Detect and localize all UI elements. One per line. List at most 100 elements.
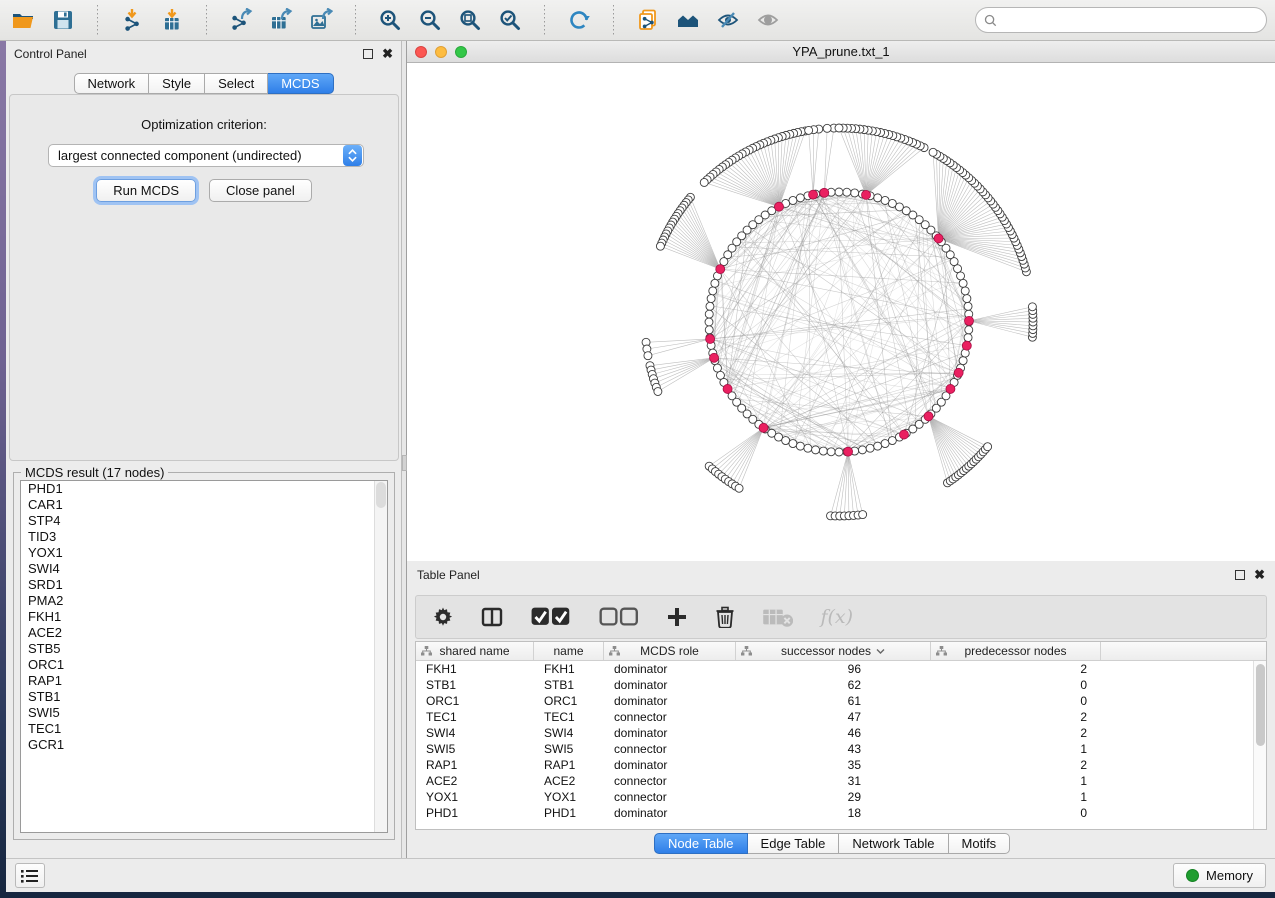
cell-MCDS-role[interactable]: dominator: [604, 805, 736, 821]
cell-predecessor-nodes[interactable]: 2: [931, 757, 1101, 773]
table-row[interactable]: RAP1RAP1dominator352: [416, 757, 1266, 773]
deselect-all-rows-icon[interactable]: [598, 602, 639, 632]
export-network-icon[interactable]: [226, 6, 256, 34]
search-input[interactable]: [1002, 13, 1258, 27]
task-history-button[interactable]: [15, 863, 45, 888]
open-session-icon[interactable]: [8, 6, 38, 34]
import-network-icon[interactable]: [117, 6, 147, 34]
cell-MCDS-role[interactable]: connector: [604, 773, 736, 789]
mcds-node-item[interactable]: PHD1: [21, 481, 387, 497]
new-network-from-selection-icon[interactable]: [633, 6, 663, 34]
mcds-node-item[interactable]: TEC1: [21, 721, 387, 737]
cell-shared-name[interactable]: YOX1: [416, 789, 534, 805]
cell-name[interactable]: PHD1: [534, 805, 604, 821]
cell-MCDS-role[interactable]: connector: [604, 789, 736, 805]
mcds-node-item[interactable]: SWI5: [21, 705, 387, 721]
table-tab-network-table[interactable]: Network Table: [839, 833, 948, 854]
cell-shared-name[interactable]: RAP1: [416, 757, 534, 773]
cell-shared-name[interactable]: SWI5: [416, 741, 534, 757]
mcds-node-item[interactable]: RAP1: [21, 673, 387, 689]
float-panel-icon[interactable]: [363, 49, 373, 59]
cell-shared-name[interactable]: STB1: [416, 677, 534, 693]
cell-predecessor-nodes[interactable]: 2: [931, 725, 1101, 741]
float-table-panel-icon[interactable]: [1235, 570, 1245, 580]
mcds-node-item[interactable]: ORC1: [21, 657, 387, 673]
hide-selected-icon[interactable]: [713, 6, 743, 34]
cell-name[interactable]: FKH1: [534, 661, 604, 677]
mcds-list-scrollbar[interactable]: [374, 481, 387, 832]
cell-predecessor-nodes[interactable]: 0: [931, 677, 1101, 693]
column-header-successor-nodes[interactable]: successor nodes: [736, 642, 931, 660]
cell-shared-name[interactable]: ACE2: [416, 773, 534, 789]
table-row[interactable]: YOX1YOX1connector291: [416, 789, 1266, 805]
cell-predecessor-nodes[interactable]: 2: [931, 709, 1101, 725]
cell-predecessor-nodes[interactable]: 1: [931, 773, 1101, 789]
cell-MCDS-role[interactable]: dominator: [604, 757, 736, 773]
column-header-predecessor-nodes[interactable]: predecessor nodes: [931, 642, 1101, 660]
cell-successor-nodes[interactable]: 96: [736, 661, 931, 677]
cell-successor-nodes[interactable]: 29: [736, 789, 931, 805]
mcds-node-item[interactable]: STB1: [21, 689, 387, 705]
select-all-rows-icon[interactable]: [530, 602, 571, 632]
cell-successor-nodes[interactable]: 62: [736, 677, 931, 693]
tab-select[interactable]: Select: [205, 73, 268, 94]
zoom-fit-icon[interactable]: [455, 6, 485, 34]
mcds-node-item[interactable]: YOX1: [21, 545, 387, 561]
table-row[interactable]: STB1STB1dominator620: [416, 677, 1266, 693]
cell-successor-nodes[interactable]: 61: [736, 693, 931, 709]
cell-successor-nodes[interactable]: 35: [736, 757, 931, 773]
cell-shared-name[interactable]: SWI4: [416, 725, 534, 741]
cell-successor-nodes[interactable]: 47: [736, 709, 931, 725]
column-header-MCDS-role[interactable]: MCDS role: [604, 642, 736, 660]
cell-name[interactable]: TEC1: [534, 709, 604, 725]
apply-layout-icon[interactable]: [564, 6, 594, 34]
cell-predecessor-nodes[interactable]: 0: [931, 693, 1101, 709]
mcds-node-item[interactable]: CAR1: [21, 497, 387, 513]
cell-name[interactable]: SWI5: [534, 741, 604, 757]
cell-successor-nodes[interactable]: 43: [736, 741, 931, 757]
search-box[interactable]: [975, 7, 1267, 33]
export-image-icon[interactable]: [306, 6, 336, 34]
optimization-criterion-select[interactable]: largest connected component (undirected): [48, 144, 364, 167]
cell-shared-name[interactable]: PHD1: [416, 805, 534, 821]
cell-name[interactable]: YOX1: [534, 789, 604, 805]
mcds-node-item[interactable]: SRD1: [21, 577, 387, 593]
table-tab-motifs[interactable]: Motifs: [949, 833, 1011, 854]
node-table[interactable]: shared namenameMCDS rolesuccessor nodesp…: [415, 641, 1267, 830]
cell-shared-name[interactable]: ORC1: [416, 693, 534, 709]
mcds-node-item[interactable]: PMA2: [21, 593, 387, 609]
table-row[interactable]: SWI5SWI5connector431: [416, 741, 1266, 757]
export-table-icon[interactable]: [266, 6, 296, 34]
cell-shared-name[interactable]: TEC1: [416, 709, 534, 725]
tab-network[interactable]: Network: [73, 73, 149, 94]
column-selector-icon[interactable]: [481, 602, 503, 632]
tab-mcds[interactable]: MCDS: [268, 73, 333, 94]
table-tab-node-table[interactable]: Node Table: [654, 833, 748, 854]
mcds-node-item[interactable]: ACE2: [21, 625, 387, 641]
mcds-node-item[interactable]: STB5: [21, 641, 387, 657]
zoom-out-icon[interactable]: [415, 6, 445, 34]
close-panel-button[interactable]: Close panel: [209, 179, 312, 202]
cell-predecessor-nodes[interactable]: 0: [931, 805, 1101, 821]
zoom-selected-icon[interactable]: [495, 6, 525, 34]
cell-successor-nodes[interactable]: 46: [736, 725, 931, 741]
zoom-in-icon[interactable]: [375, 6, 405, 34]
cell-MCDS-role[interactable]: dominator: [604, 725, 736, 741]
cell-name[interactable]: ACE2: [534, 773, 604, 789]
mcds-node-item[interactable]: SWI4: [21, 561, 387, 577]
close-table-panel-icon[interactable]: ✖: [1254, 570, 1265, 580]
cell-name[interactable]: SWI4: [534, 725, 604, 741]
cell-name[interactable]: STB1: [534, 677, 604, 693]
cell-successor-nodes[interactable]: 18: [736, 805, 931, 821]
cell-MCDS-role[interactable]: dominator: [604, 693, 736, 709]
run-mcds-button[interactable]: Run MCDS: [96, 179, 196, 202]
add-column-icon[interactable]: [666, 602, 688, 632]
close-panel-icon[interactable]: ✖: [382, 49, 393, 59]
import-table-icon[interactable]: [157, 6, 187, 34]
tab-style[interactable]: Style: [149, 73, 205, 94]
table-scrollbar[interactable]: [1253, 661, 1266, 829]
network-window-titlebar[interactable]: YPA_prune.txt_1: [407, 41, 1275, 63]
mcds-node-item[interactable]: STP4: [21, 513, 387, 529]
delete-column-icon[interactable]: [715, 602, 735, 632]
table-settings-icon[interactable]: [432, 602, 454, 632]
